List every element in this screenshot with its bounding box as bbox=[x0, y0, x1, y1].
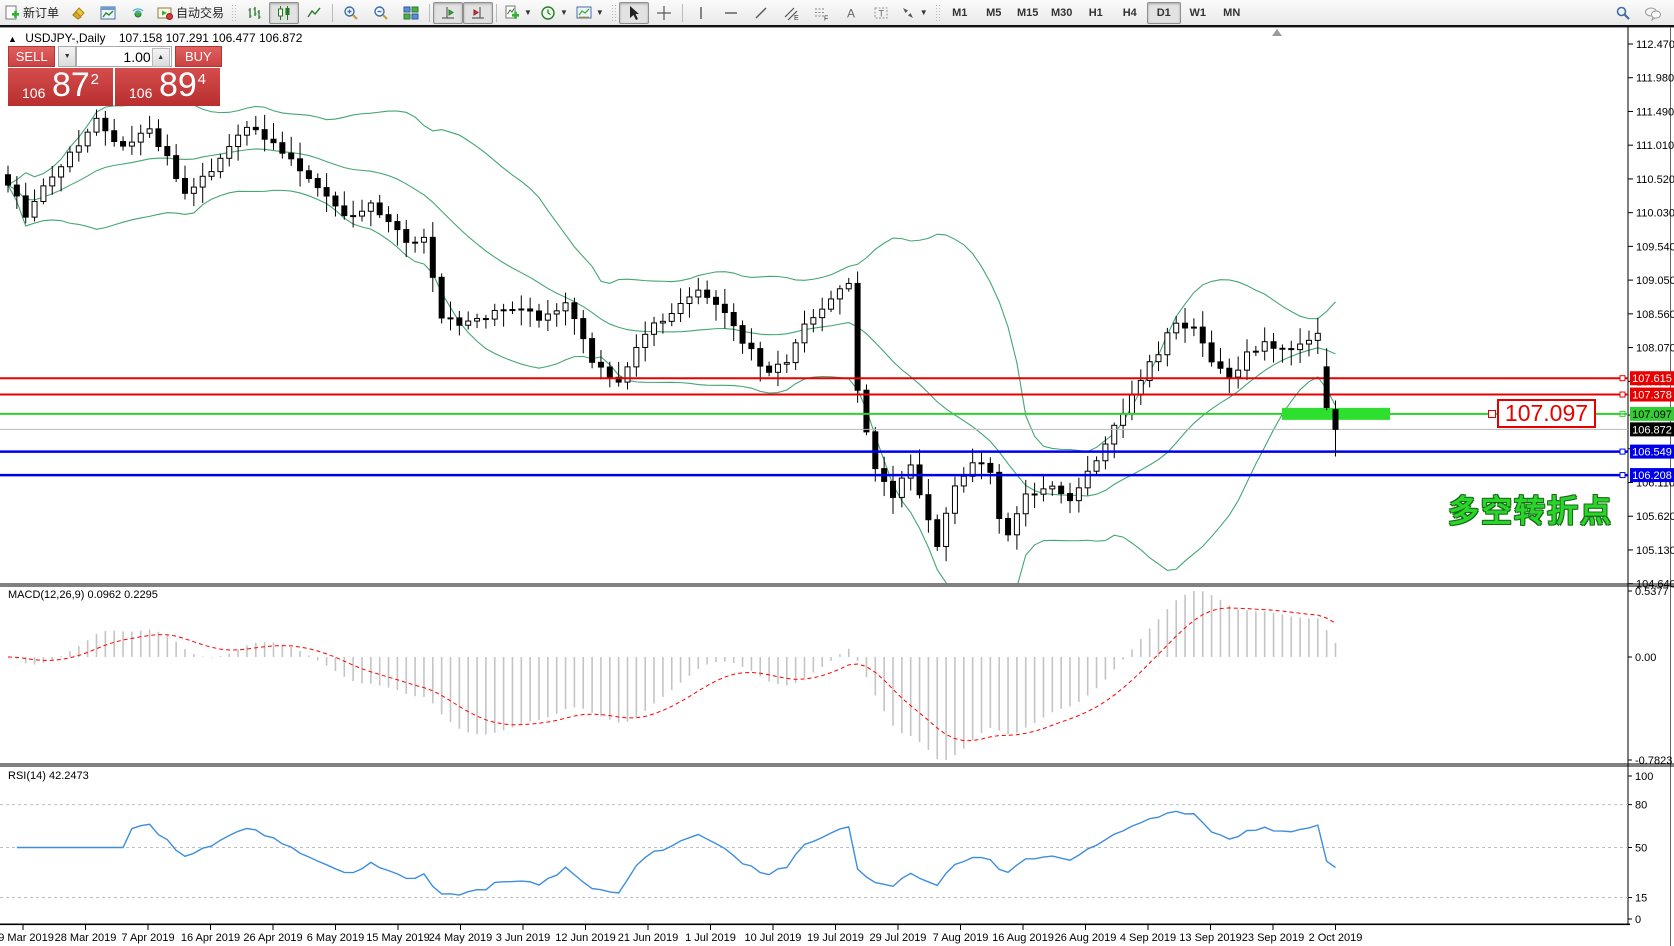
date-label: 2 Oct 2019 bbox=[1309, 932, 1363, 944]
buy-price-box[interactable]: 106 89 4 bbox=[115, 68, 220, 106]
volume-input[interactable]: 1.00 ▲ bbox=[76, 46, 172, 67]
date-label: 24 May 2019 bbox=[429, 932, 493, 944]
svg-text:107.378: 107.378 bbox=[1632, 390, 1672, 402]
chinese-annotation[interactable]: 多空转折点 bbox=[1448, 486, 1613, 531]
date-label: 6 May 2019 bbox=[307, 932, 364, 944]
date-label: 1 Jul 2019 bbox=[685, 932, 736, 944]
date-label: 15 May 2019 bbox=[366, 932, 430, 944]
svg-text:15: 15 bbox=[1635, 893, 1647, 905]
buy-price-figure: 106 bbox=[129, 85, 152, 101]
date-label: 7 Apr 2019 bbox=[121, 932, 174, 944]
sell-button[interactable]: SELL bbox=[8, 46, 55, 67]
svg-text:105.620: 105.620 bbox=[1636, 511, 1674, 523]
sell-price-point: 2 bbox=[91, 71, 99, 88]
date-label: 3 Jun 2019 bbox=[496, 932, 550, 944]
svg-text:108.070: 108.070 bbox=[1636, 343, 1674, 355]
callout-anchor-square[interactable] bbox=[1488, 410, 1496, 418]
one-click-trade-panel: SELL ▼ 1.00 ▲ BUY 106 87 2 106 89 4 bbox=[8, 46, 222, 106]
date-label: 16 Apr 2019 bbox=[181, 932, 240, 944]
svg-text:105.130: 105.130 bbox=[1636, 545, 1674, 557]
svg-text:109.050: 109.050 bbox=[1636, 275, 1674, 287]
date-label: 12 Jun 2019 bbox=[555, 932, 616, 944]
rsi-line bbox=[17, 811, 1336, 895]
svg-text:111.010: 111.010 bbox=[1636, 140, 1674, 152]
bollinger-band bbox=[8, 185, 1336, 602]
sell-price-pips: 87 bbox=[52, 66, 90, 105]
svg-text:106.208: 106.208 bbox=[1632, 470, 1672, 482]
svg-text:80: 80 bbox=[1635, 800, 1647, 812]
chart-shift-marker[interactable] bbox=[1272, 29, 1282, 36]
date-label: 19 Jul 2019 bbox=[807, 932, 864, 944]
volume-decrease-button[interactable]: ▼ bbox=[58, 46, 76, 67]
svg-text:100: 100 bbox=[1635, 771, 1653, 783]
svg-text:111.490: 111.490 bbox=[1636, 106, 1674, 118]
date-label: 28 Mar 2019 bbox=[55, 932, 117, 944]
svg-text:107.615: 107.615 bbox=[1632, 373, 1672, 385]
buy-price-pips: 89 bbox=[159, 66, 197, 105]
price-callout-label[interactable]: 107.097 bbox=[1497, 399, 1596, 428]
svg-text:50: 50 bbox=[1635, 843, 1647, 855]
rsi-indicator-label: RSI(14) 42.2473 bbox=[8, 770, 89, 782]
date-label: 23 Sep 2019 bbox=[1242, 932, 1304, 944]
volume-value: 1.00 bbox=[123, 49, 150, 65]
bollinger-band bbox=[8, 101, 1336, 451]
date-label: 19 Mar 2019 bbox=[0, 932, 54, 944]
date-label: 26 Apr 2019 bbox=[243, 932, 302, 944]
svg-text:107.097: 107.097 bbox=[1632, 409, 1672, 421]
date-label: 16 Aug 2019 bbox=[992, 932, 1054, 944]
macd-indicator-label: MACD(12,26,9) 0.0962 0.2295 bbox=[8, 589, 158, 601]
date-label: 13 Sep 2019 bbox=[1179, 932, 1241, 944]
svg-text:112.470: 112.470 bbox=[1636, 39, 1674, 51]
svg-text:106.872: 106.872 bbox=[1632, 424, 1672, 436]
svg-text:0: 0 bbox=[1635, 914, 1641, 926]
svg-text:106.549: 106.549 bbox=[1632, 447, 1672, 459]
date-label: 26 Aug 2019 bbox=[1055, 932, 1117, 944]
sell-price-box[interactable]: 106 87 2 bbox=[8, 68, 113, 106]
date-label: 21 Jun 2019 bbox=[618, 932, 679, 944]
svg-text:111.980: 111.980 bbox=[1636, 73, 1674, 85]
date-label: 4 Sep 2019 bbox=[1120, 932, 1176, 944]
volume-increase-button[interactable]: ▲ bbox=[152, 48, 170, 67]
date-label: 10 Jul 2019 bbox=[745, 932, 802, 944]
date-label: 29 Jul 2019 bbox=[870, 932, 927, 944]
mt4-window: 新订单 自动交易 bbox=[0, 0, 1674, 946]
svg-text:108.560: 108.560 bbox=[1636, 309, 1674, 321]
buy-price-point: 4 bbox=[198, 71, 206, 88]
chart-canvas[interactable]: 112.470 111.980 111.490 111.010 110.520 110.0… bbox=[0, 0, 1674, 946]
svg-text:-0.7823: -0.7823 bbox=[1635, 755, 1672, 767]
svg-text:0.00: 0.00 bbox=[1635, 652, 1656, 664]
date-label: 7 Aug 2019 bbox=[933, 932, 989, 944]
sell-price-figure: 106 bbox=[22, 85, 45, 101]
svg-text:0.5377: 0.5377 bbox=[1635, 586, 1669, 598]
svg-text:109.540: 109.540 bbox=[1636, 241, 1674, 253]
buy-button[interactable]: BUY bbox=[175, 46, 222, 67]
svg-text:110.030: 110.030 bbox=[1636, 208, 1674, 220]
svg-text:110.520: 110.520 bbox=[1636, 174, 1674, 186]
